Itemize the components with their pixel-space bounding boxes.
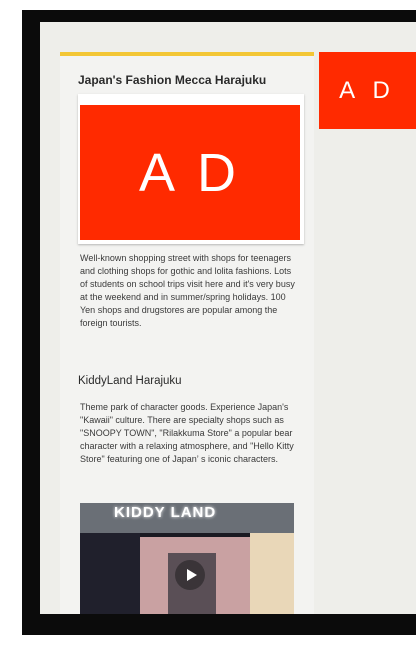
play-button[interactable]	[175, 560, 205, 590]
page-viewport: Japan's Fashion Mecca Harajuku A D Well-…	[40, 22, 416, 614]
video-scene-sign: KIDDY LAND	[80, 503, 294, 533]
bottom-bezel	[22, 614, 416, 635]
article-card: Japan's Fashion Mecca Harajuku A D Well-…	[60, 52, 314, 614]
video-scene-right	[250, 533, 294, 614]
article-title: Japan's Fashion Mecca Harajuku	[78, 73, 267, 87]
kiddyland-description: Theme park of character goods. Experienc…	[80, 402, 294, 464]
video-scene-left	[80, 533, 140, 614]
accent-bar	[60, 52, 314, 56]
play-icon	[187, 569, 197, 581]
inline-ad-card[interactable]: A D	[78, 94, 304, 244]
video-sign-text: KIDDY LAND	[114, 504, 217, 521]
harajuku-description: Well-known shopping street with shops fo…	[80, 253, 295, 328]
kiddyland-heading: KiddyLand Harajuku	[78, 375, 182, 387]
kiddyland-video[interactable]: KIDDY LAND	[80, 503, 294, 614]
side-ad-banner[interactable]: A D	[319, 52, 416, 129]
inline-ad-banner[interactable]: A D	[80, 105, 300, 240]
